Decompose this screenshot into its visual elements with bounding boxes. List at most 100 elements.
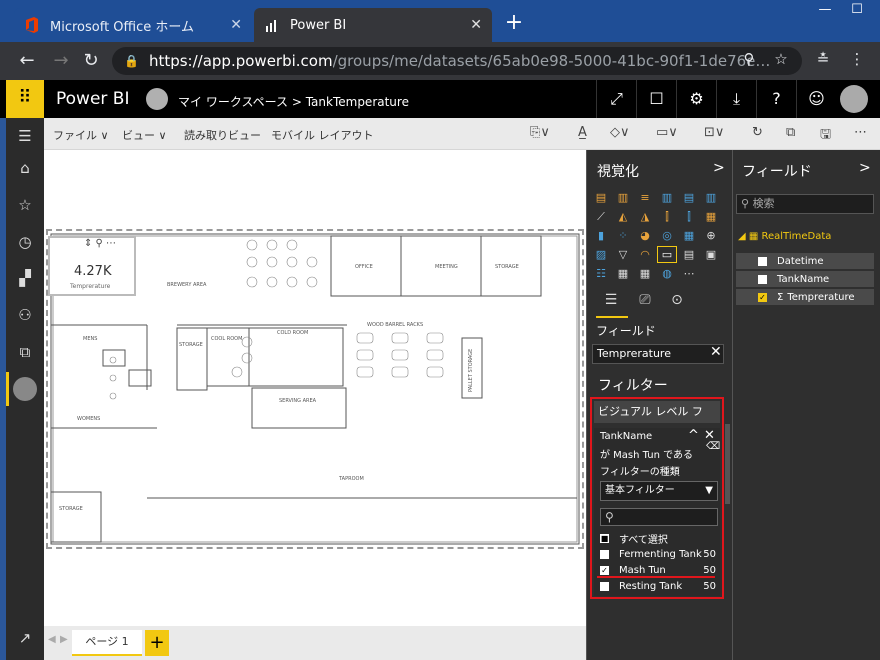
collapse-chevron-icon[interactable]: >	[713, 160, 725, 176]
close-icon[interactable]: ✕	[470, 17, 482, 33]
comment-icon[interactable]: ☐	[636, 80, 676, 118]
checkbox[interactable]	[758, 274, 767, 284]
shared-icon[interactable]: ⚇	[6, 297, 44, 333]
multi-row-card-icon[interactable]: ▤	[680, 247, 698, 262]
menu-dots-icon[interactable]: ⋮	[846, 50, 868, 68]
page-next-icon[interactable]: ▶	[60, 634, 68, 645]
globe-icon[interactable]: ◍	[658, 266, 676, 281]
app-launcher-icon[interactable]: ⠿	[6, 80, 44, 118]
save-icon[interactable]: 🖫	[820, 125, 831, 147]
clustered-column-icon[interactable]: ▥	[658, 190, 676, 205]
add-page-button[interactable]: +	[145, 630, 169, 656]
new-tab-button[interactable]: +	[502, 12, 526, 36]
remove-field-icon[interactable]: ✕	[710, 344, 722, 360]
stacked-area-icon[interactable]: ◮	[636, 209, 654, 224]
download-icon[interactable]: ⤓	[716, 80, 756, 118]
100-column-icon[interactable]: ▥	[702, 190, 720, 205]
browser-tab-powerbi[interactable]: Power BI ✕	[254, 8, 492, 42]
table-realtimedata[interactable]: ◢ ▦ RealTimeData	[738, 231, 831, 242]
tab-page-1[interactable]: ページ 1	[72, 630, 142, 656]
ribbon-chart-icon[interactable]: ▦	[702, 209, 720, 224]
field-well[interactable]: Temprerature	[592, 344, 724, 364]
forward-arrow-icon[interactable]: →	[48, 48, 74, 74]
page-prev-icon[interactable]: ◀	[48, 634, 56, 645]
collapse-chevron-icon[interactable]: >	[859, 160, 871, 176]
reading-view-button[interactable]: 読み取りビュー	[184, 127, 261, 143]
clustered-bar-icon[interactable]: ≡	[636, 190, 654, 205]
line-clustered-icon[interactable]: ⫿	[680, 209, 698, 224]
extension-icon[interactable]: ≛	[812, 50, 834, 68]
feedback-smiley-icon[interactable]: ☺	[796, 80, 836, 118]
slicer-icon[interactable]: ☷	[592, 266, 610, 281]
filter-type-select[interactable]: 基本フィルター ▼	[600, 481, 718, 501]
format-roller-icon[interactable]: ⎚	[632, 292, 658, 308]
select-all-item[interactable]: ■ すべて選択	[600, 531, 716, 546]
star-icon[interactable]: ☆	[770, 50, 792, 68]
viz-pane-scrollbar[interactable]	[725, 424, 730, 504]
zoom-icon[interactable]: ⚲	[738, 50, 760, 68]
funnel-icon[interactable]: ▽	[614, 247, 632, 262]
reload-icon[interactable]: ↻	[78, 48, 104, 74]
line-column-icon[interactable]: ⫿	[658, 209, 676, 224]
line-chart-icon[interactable]: ⟋	[592, 209, 610, 224]
collapse-icon[interactable]: ^	[688, 428, 699, 443]
more-visuals-icon[interactable]: ⋯	[680, 266, 698, 281]
checkbox-checked[interactable]: ✓	[758, 292, 767, 302]
100-bar-icon[interactable]: ▤	[680, 190, 698, 205]
filled-map-icon[interactable]: ▨	[592, 247, 610, 262]
shapes-icon[interactable]: ◇∨	[610, 125, 630, 140]
field-temprerature[interactable]: ✓ Σ Temprerature	[736, 289, 874, 305]
kpi-icon[interactable]: ▣	[702, 247, 720, 262]
home-icon[interactable]: ⌂	[6, 150, 44, 186]
back-arrow-icon[interactable]: ←	[14, 48, 40, 74]
favorites-star-icon[interactable]: ☆	[6, 187, 44, 223]
refresh-icon[interactable]: ↻	[752, 125, 763, 140]
filter-item-resting[interactable]: Resting Tank 50	[600, 579, 716, 593]
checkbox-partial[interactable]: ■	[600, 533, 609, 543]
checkbox[interactable]	[600, 581, 609, 591]
button-icon[interactable]: ▭∨	[656, 125, 678, 140]
area-chart-icon[interactable]: ◭	[614, 209, 632, 224]
waterfall-icon[interactable]: ▮	[592, 228, 610, 243]
scatter-icon[interactable]: ⁘	[614, 228, 632, 243]
stacked-bar-icon[interactable]: ▤	[592, 190, 610, 205]
checkbox[interactable]	[600, 549, 609, 559]
url-field[interactable]: 🔒 https://app.powerbi.com /groups/me/dat…	[112, 47, 802, 75]
visual-interactions-icon[interactable]: ⊡∨	[704, 125, 724, 140]
settings-gear-icon[interactable]: ⚙	[676, 80, 716, 118]
stacked-column-icon[interactable]: ▥	[614, 190, 632, 205]
filter-item-mashtun[interactable]: ✓ Mash Tun 50	[600, 563, 716, 577]
apps-icon[interactable]: ▞	[6, 260, 44, 296]
recent-clock-icon[interactable]: ◷	[6, 224, 44, 260]
field-tankname[interactable]: TankName	[736, 271, 874, 287]
table-icon[interactable]: ▦	[614, 266, 632, 281]
card-icon[interactable]: ▭	[657, 246, 677, 263]
file-menu[interactable]: ファイル ∨	[53, 127, 109, 143]
gauge-icon[interactable]: ◠	[636, 247, 654, 262]
map-icon[interactable]: ⊕	[702, 228, 720, 243]
view-menu[interactable]: ビュー ∨	[122, 127, 167, 143]
maximize-button[interactable]: ☐	[842, 0, 872, 22]
checkbox-checked[interactable]: ✓	[600, 565, 609, 575]
user-avatar[interactable]	[840, 85, 868, 113]
eraser-icon[interactable]: ⌫	[706, 441, 720, 452]
get-data-arrow-icon[interactable]: ↗	[6, 620, 44, 656]
my-workspace-icon[interactable]	[13, 377, 37, 401]
fields-tab-icon[interactable]: ☰	[598, 292, 624, 308]
duplicate-icon[interactable]: ⧉	[786, 125, 795, 140]
help-icon[interactable]: ?	[756, 80, 796, 118]
field-datetime[interactable]: Datetime	[736, 253, 874, 269]
close-icon[interactable]: ✕	[230, 17, 242, 33]
checkbox[interactable]	[758, 256, 767, 266]
breadcrumb[interactable]: マイ ワークスペース > TankTemperature	[178, 93, 409, 110]
fullscreen-icon[interactable]: ⤢	[596, 80, 636, 118]
treemap-icon[interactable]: ▦	[680, 228, 698, 243]
filter-item-fermenting[interactable]: Fermenting Tank 50	[600, 547, 716, 561]
explore-icon[interactable]: ⎘∨	[530, 125, 550, 140]
filter-search-input[interactable]: ⚲	[600, 508, 718, 526]
pie-chart-icon[interactable]: ◕	[636, 228, 654, 243]
fields-search-input[interactable]: ⚲ 検索	[736, 194, 874, 214]
textbox-icon[interactable]: A̲	[578, 125, 587, 140]
visual-level-filters[interactable]: ビジュアル レベル フィ...	[594, 401, 720, 440]
workspaces-icon[interactable]: ⧉	[6, 334, 44, 370]
